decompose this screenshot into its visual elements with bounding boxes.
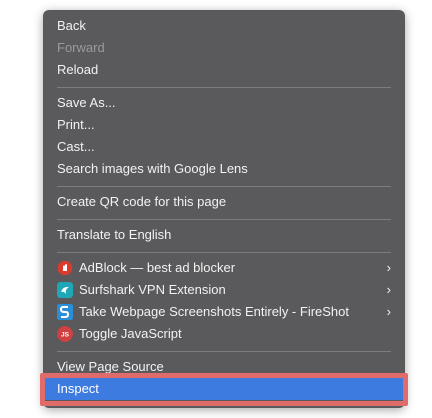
chevron-right-icon: › [386,304,391,319]
menu-item-fireshot[interactable]: Take Webpage Screenshots Entirely - Fire… [43,301,405,323]
context-menu: Back Forward Reload Save As... Print... … [43,10,405,408]
chevron-right-icon: › [386,260,391,275]
menu-item-create-qr-code[interactable]: Create QR code for this page [43,191,405,213]
menu-item-back[interactable]: Back [43,15,405,37]
surfshark-label: Surfshark VPN Extension [79,282,226,297]
menu-separator [57,87,391,88]
fireshot-icon [57,304,73,320]
menu-separator [57,351,391,352]
menu-separator [57,186,391,187]
menu-item-search-google-lens[interactable]: Search images with Google Lens [43,158,405,180]
menu-item-reload[interactable]: Reload [43,59,405,81]
menu-item-save-as[interactable]: Save As... [43,92,405,114]
chevron-right-icon: › [386,282,391,297]
js-badge-text: JS [61,332,70,339]
menu-item-toggle-javascript[interactable]: JS Toggle JavaScript [43,323,405,345]
menu-item-inspect[interactable]: Inspect [43,378,405,400]
adblock-label: AdBlock — best ad blocker [79,260,236,275]
javascript-toggle-icon: JS [57,326,73,342]
toggle-javascript-label: Toggle JavaScript [79,326,182,341]
menu-separator [57,252,391,253]
menu-item-adblock[interactable]: AdBlock — best ad blocker › [43,257,405,279]
surfshark-icon [57,282,73,298]
menu-item-view-page-source[interactable]: View Page Source [43,356,405,378]
menu-item-surfshark[interactable]: Surfshark VPN Extension › [43,279,405,301]
adblock-icon [58,261,72,275]
menu-separator [57,219,391,220]
menu-item-cast[interactable]: Cast... [43,136,405,158]
fireshot-label: Take Webpage Screenshots Entirely - Fire… [79,304,350,319]
menu-item-translate[interactable]: Translate to English [43,224,405,246]
menu-item-forward: Forward [57,40,105,55]
menu-item-print[interactable]: Print... [43,114,405,136]
